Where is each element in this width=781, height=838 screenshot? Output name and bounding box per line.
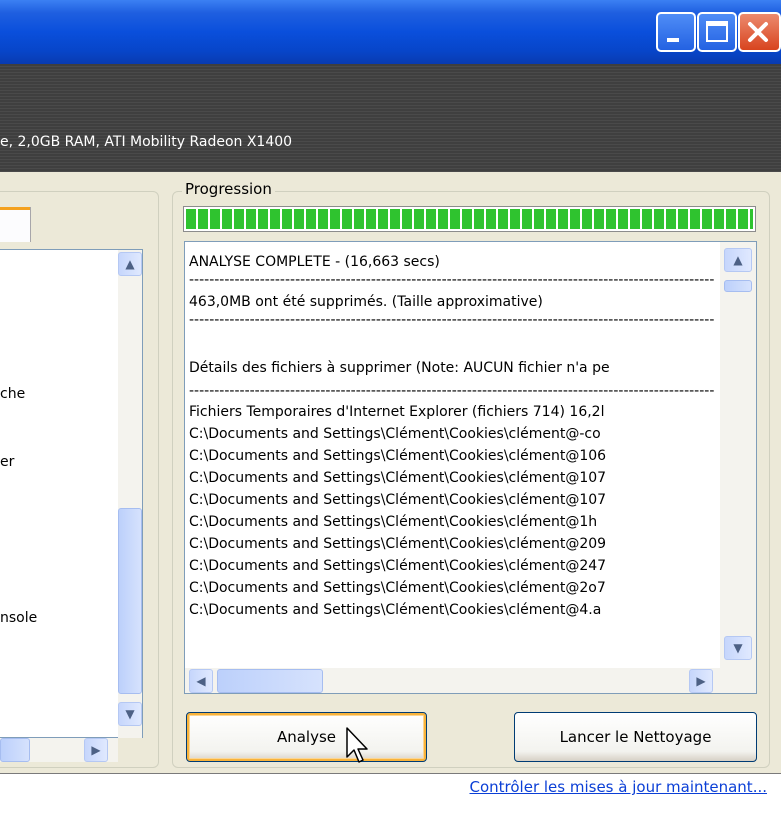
log-line: C:\Documents and Settings\Clément\Cookie… [189,425,601,442]
minimize-icon [667,38,679,42]
check-updates-link[interactable]: Contrôler les mises à jour maintenant... [470,778,768,796]
scroll-thumb[interactable] [217,669,323,693]
chevron-down-icon: ▼ [125,707,135,721]
scroll-down-button[interactable]: ▼ [118,702,142,726]
list-item[interactable]: che [0,386,25,402]
scroll-thumb[interactable] [118,508,142,694]
progress-fill [186,209,753,229]
chevron-up-icon: ▲ [733,253,743,267]
scroll-up-button[interactable]: ▲ [724,248,752,272]
log-lines: ANALYSE COMPLETE - (16,663 secs) -------… [189,242,719,621]
chevron-left-icon: ◀ [196,674,206,688]
analyse-button[interactable]: Analyse [186,712,427,762]
log-line: C:\Documents and Settings\Clément\Cookie… [189,601,602,618]
scroll-down-button[interactable]: ▼ [724,636,752,660]
maximize-button[interactable] [697,12,737,52]
log-line: C:\Documents and Settings\Clément\Cookie… [189,491,607,508]
tab-active[interactable] [0,207,31,242]
list-item[interactable]: er [0,454,14,470]
log-separator: ----------------------------------------… [189,274,715,287]
log-line: C:\Documents and Settings\Clément\Cookie… [189,447,607,464]
log-vertical-scrollbar[interactable]: ▲ ▼ [720,242,756,668]
log-line: C:\Documents and Settings\Clément\Cookie… [189,513,598,530]
scroll-thumb[interactable] [0,738,30,762]
tab-highlight [0,207,30,210]
log-line: 463,0MB ont été supprimés. (Taille appro… [189,294,543,311]
progression-label: Progression [182,180,275,198]
close-icon [748,22,768,42]
minimize-button[interactable] [656,12,696,52]
log-separator: ----------------------------------------… [189,314,715,327]
log-line: Détails des fichiers à supprimer (Note: … [189,360,610,377]
log-line: C:\Documents and Settings\Clément\Cookie… [189,557,607,574]
left-vertical-scrollbar[interactable]: ▲ ▼ [118,250,142,738]
title-bar[interactable] [0,0,781,64]
log-separator: ----------------------------------------… [189,384,715,397]
scroll-left-button[interactable]: ◀ [189,669,213,693]
mouse-cursor-icon [346,727,368,763]
maximize-icon [706,21,728,42]
chevron-up-icon: ▲ [125,257,135,271]
chevron-down-icon: ▼ [733,641,743,655]
log-line: C:\Documents and Settings\Clément\Cookie… [189,469,607,486]
close-button[interactable] [738,12,781,52]
clean-button[interactable]: Lancer le Nettoyage [514,712,757,762]
log-line: C:\Documents and Settings\Clément\Cookie… [189,579,606,596]
chevron-right-icon: ▶ [696,674,706,688]
scroll-right-button[interactable]: ▶ [84,738,108,762]
system-info-label: e, 2,0GB RAM, ATI Mobility Radeon X1400 [0,134,293,150]
log-line: C:\Documents and Settings\Clément\Cookie… [189,535,607,552]
log-horizontal-scrollbar[interactable]: ◀ ▶ [185,668,756,693]
list-item[interactable]: nsole [0,610,37,626]
log-listbox[interactable]: ANALYSE COMPLETE - (16,663 secs) -------… [184,241,757,694]
progress-bar [183,206,756,232]
app-header [0,64,781,172]
log-line: ANALYSE COMPLETE - (16,663 secs) [189,254,440,270]
chevron-right-icon: ▶ [91,743,101,757]
scroll-thumb[interactable] [724,280,752,292]
left-horizontal-scrollbar[interactable]: ▶ [0,738,118,762]
scroll-up-button[interactable]: ▲ [118,252,142,276]
log-line: Fichiers Temporaires d'Internet Explorer… [189,403,605,420]
scroll-right-button[interactable]: ▶ [689,669,713,693]
